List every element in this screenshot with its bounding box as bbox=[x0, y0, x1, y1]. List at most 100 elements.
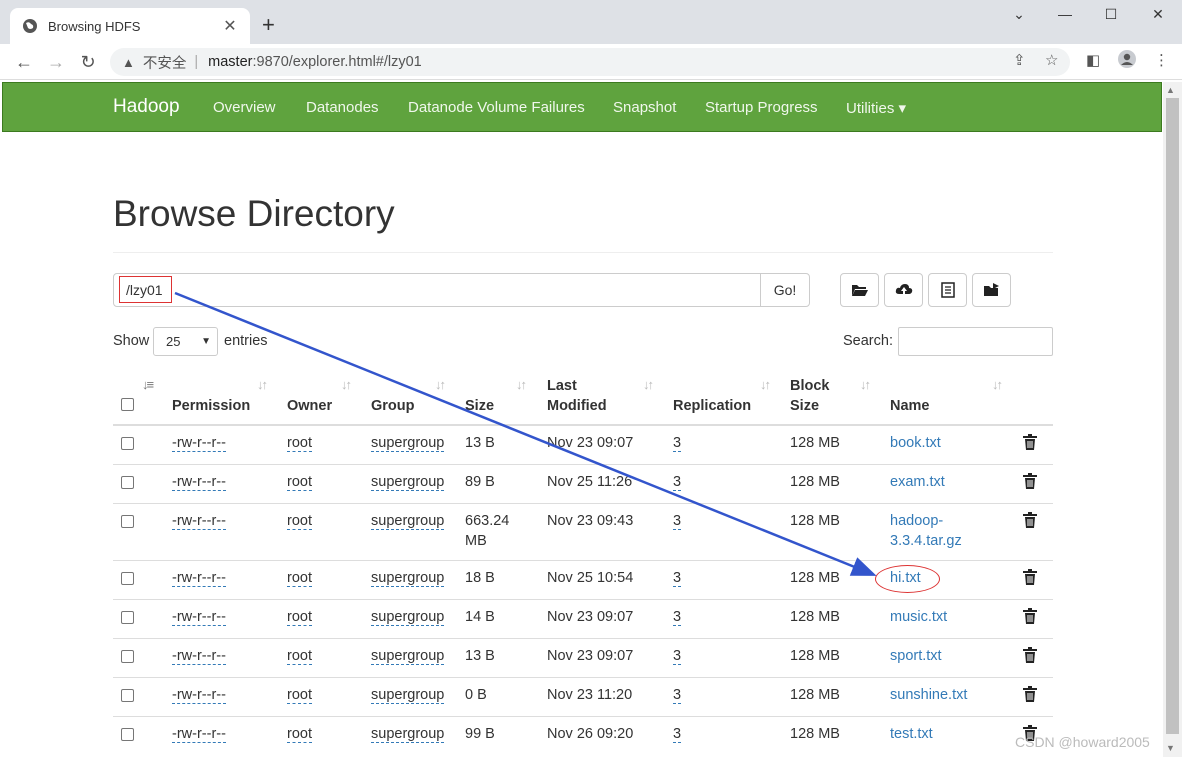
row-checkbox[interactable] bbox=[121, 437, 134, 450]
trash-icon[interactable] bbox=[1023, 686, 1037, 702]
group-value[interactable]: supergroup bbox=[371, 435, 445, 452]
permission-cell[interactable]: -rw-r--r-- bbox=[172, 433, 226, 453]
group-value[interactable]: supergroup bbox=[371, 474, 445, 491]
replication-value[interactable]: 3 bbox=[673, 687, 682, 704]
owner-cell[interactable]: root bbox=[287, 568, 312, 588]
permission-cell[interactable]: -rw-r--r-- bbox=[172, 724, 226, 744]
scroll-down-icon[interactable]: ▼ bbox=[1166, 743, 1175, 753]
file-name[interactable]: sport.txt bbox=[890, 646, 942, 666]
forward-icon[interactable]: → bbox=[46, 52, 66, 72]
sort-icon[interactable]: ↓↑ bbox=[992, 377, 1003, 392]
entries-per-page-select[interactable]: 25 ▼ bbox=[153, 327, 218, 356]
trash-icon[interactable] bbox=[1023, 569, 1037, 585]
bookmark-star-icon[interactable]: ☆ bbox=[1045, 51, 1058, 69]
trash-icon[interactable] bbox=[1023, 608, 1037, 624]
permission-cell[interactable]: -rw-r--r-- bbox=[172, 607, 226, 627]
replication-value[interactable]: 3 bbox=[673, 435, 682, 452]
permission-cell[interactable]: -rw-r--r-- bbox=[172, 472, 226, 492]
owner-value[interactable]: root bbox=[287, 435, 312, 452]
trash-icon[interactable] bbox=[1023, 434, 1037, 450]
permission-value[interactable]: -rw-r--r-- bbox=[172, 570, 226, 587]
directory-path-input[interactable]: /lzy01 bbox=[113, 273, 761, 307]
row-checkbox[interactable] bbox=[121, 689, 134, 702]
minimize-button[interactable]: — bbox=[1050, 6, 1080, 22]
replication-cell[interactable]: 3 bbox=[673, 511, 682, 531]
replication-value[interactable]: 3 bbox=[673, 474, 682, 491]
trash-icon[interactable] bbox=[1023, 473, 1037, 489]
file-name[interactable]: book.txt bbox=[890, 433, 941, 453]
owner-value[interactable]: root bbox=[287, 648, 312, 665]
sort-icon[interactable]: ↓↑ bbox=[643, 377, 654, 392]
permission-value[interactable]: -rw-r--r-- bbox=[172, 687, 226, 704]
file-name[interactable]: sunshine.txt bbox=[890, 685, 967, 705]
reload-icon[interactable]: ↻ bbox=[78, 52, 98, 72]
group-cell[interactable]: supergroup bbox=[371, 685, 445, 705]
permission-cell[interactable]: -rw-r--r-- bbox=[172, 646, 226, 666]
browser-tab[interactable]: Browsing HDFS ✕ bbox=[10, 8, 250, 44]
cut-paste-button[interactable] bbox=[928, 273, 967, 307]
owner-cell[interactable]: root bbox=[287, 511, 312, 531]
replication-cell[interactable]: 3 bbox=[673, 685, 682, 705]
group-value[interactable]: supergroup bbox=[371, 609, 445, 626]
close-window-button[interactable]: ✕ bbox=[1143, 6, 1173, 23]
file-name[interactable]: exam.txt bbox=[890, 472, 945, 492]
replication-cell[interactable]: 3 bbox=[673, 433, 682, 453]
row-checkbox[interactable] bbox=[121, 728, 134, 741]
share-icon[interactable]: ⇪ bbox=[1013, 51, 1026, 69]
row-checkbox[interactable] bbox=[121, 650, 134, 663]
go-button[interactable]: Go! bbox=[760, 273, 810, 307]
permission-value[interactable]: -rw-r--r-- bbox=[172, 474, 226, 491]
col-group[interactable]: Group bbox=[371, 396, 415, 416]
permission-value[interactable]: -rw-r--r-- bbox=[172, 435, 226, 452]
trash-icon[interactable] bbox=[1023, 512, 1037, 528]
sort-icon[interactable]: ↓↑ bbox=[516, 377, 527, 392]
permission-cell[interactable]: -rw-r--r-- bbox=[172, 568, 226, 588]
owner-value[interactable]: root bbox=[287, 570, 312, 587]
sidebar-icon[interactable]: ◧ bbox=[1086, 51, 1100, 69]
permission-value[interactable]: -rw-r--r-- bbox=[172, 609, 226, 626]
permission-value[interactable]: -rw-r--r-- bbox=[172, 726, 226, 743]
trash-icon[interactable] bbox=[1023, 647, 1037, 663]
permission-cell[interactable]: -rw-r--r-- bbox=[172, 685, 226, 705]
sort-icon[interactable]: ↓↑ bbox=[760, 377, 771, 392]
row-checkbox[interactable] bbox=[121, 611, 134, 624]
permission-value[interactable]: -rw-r--r-- bbox=[172, 513, 226, 530]
file-name-link[interactable]: sunshine.txt bbox=[890, 685, 967, 705]
owner-cell[interactable]: root bbox=[287, 607, 312, 627]
profile-avatar-icon[interactable] bbox=[1117, 49, 1137, 73]
group-value[interactable]: supergroup bbox=[371, 648, 445, 665]
owner-value[interactable]: root bbox=[287, 513, 312, 530]
nav-datanodes[interactable]: Datanodes bbox=[306, 99, 379, 116]
file-name-cont[interactable]: 3.3.4.tar.gz bbox=[890, 531, 962, 551]
owner-value[interactable]: root bbox=[287, 687, 312, 704]
replication-value[interactable]: 3 bbox=[673, 609, 682, 626]
file-name[interactable]: hadoop- bbox=[890, 511, 962, 531]
replication-cell[interactable]: 3 bbox=[673, 568, 682, 588]
sort-asc-icon[interactable]: ↓≡ bbox=[142, 377, 154, 392]
group-cell[interactable]: supergroup bbox=[371, 433, 445, 453]
replication-cell[interactable]: 3 bbox=[673, 607, 682, 627]
sort-icon[interactable]: ↓↑ bbox=[341, 377, 352, 392]
owner-value[interactable]: root bbox=[287, 726, 312, 743]
col-owner[interactable]: Owner bbox=[287, 396, 332, 416]
permission-cell[interactable]: -rw-r--r-- bbox=[172, 511, 226, 531]
nav-datanode-volume-failures[interactable]: Datanode Volume Failures bbox=[408, 99, 585, 116]
url-field[interactable]: ▲ 不安全 | master:9870/explorer.html#/lzy01 bbox=[110, 48, 1070, 76]
sort-icon[interactable]: ↓↑ bbox=[860, 377, 871, 392]
col-last-modified[interactable]: Last Modified bbox=[547, 376, 607, 416]
menu-kebab-icon[interactable]: ⋮ bbox=[1154, 51, 1169, 69]
file-name-link[interactable]: hadoop- 3.3.4.tar.gz bbox=[890, 511, 962, 551]
group-value[interactable]: supergroup bbox=[371, 570, 445, 587]
nav-overview[interactable]: Overview bbox=[213, 99, 276, 116]
tab-search-icon[interactable]: ⌄ bbox=[1004, 6, 1034, 23]
file-name-link[interactable]: test.txt bbox=[890, 724, 933, 744]
group-value[interactable]: supergroup bbox=[371, 513, 445, 530]
upload-button[interactable] bbox=[884, 273, 923, 307]
owner-cell[interactable]: root bbox=[287, 724, 312, 744]
file-name[interactable]: test.txt bbox=[890, 724, 933, 744]
replication-cell[interactable]: 3 bbox=[673, 646, 682, 666]
file-name-link[interactable]: exam.txt bbox=[890, 472, 945, 492]
row-checkbox[interactable] bbox=[121, 515, 134, 528]
select-all-checkbox[interactable] bbox=[121, 398, 134, 411]
permission-value[interactable]: -rw-r--r-- bbox=[172, 648, 226, 665]
